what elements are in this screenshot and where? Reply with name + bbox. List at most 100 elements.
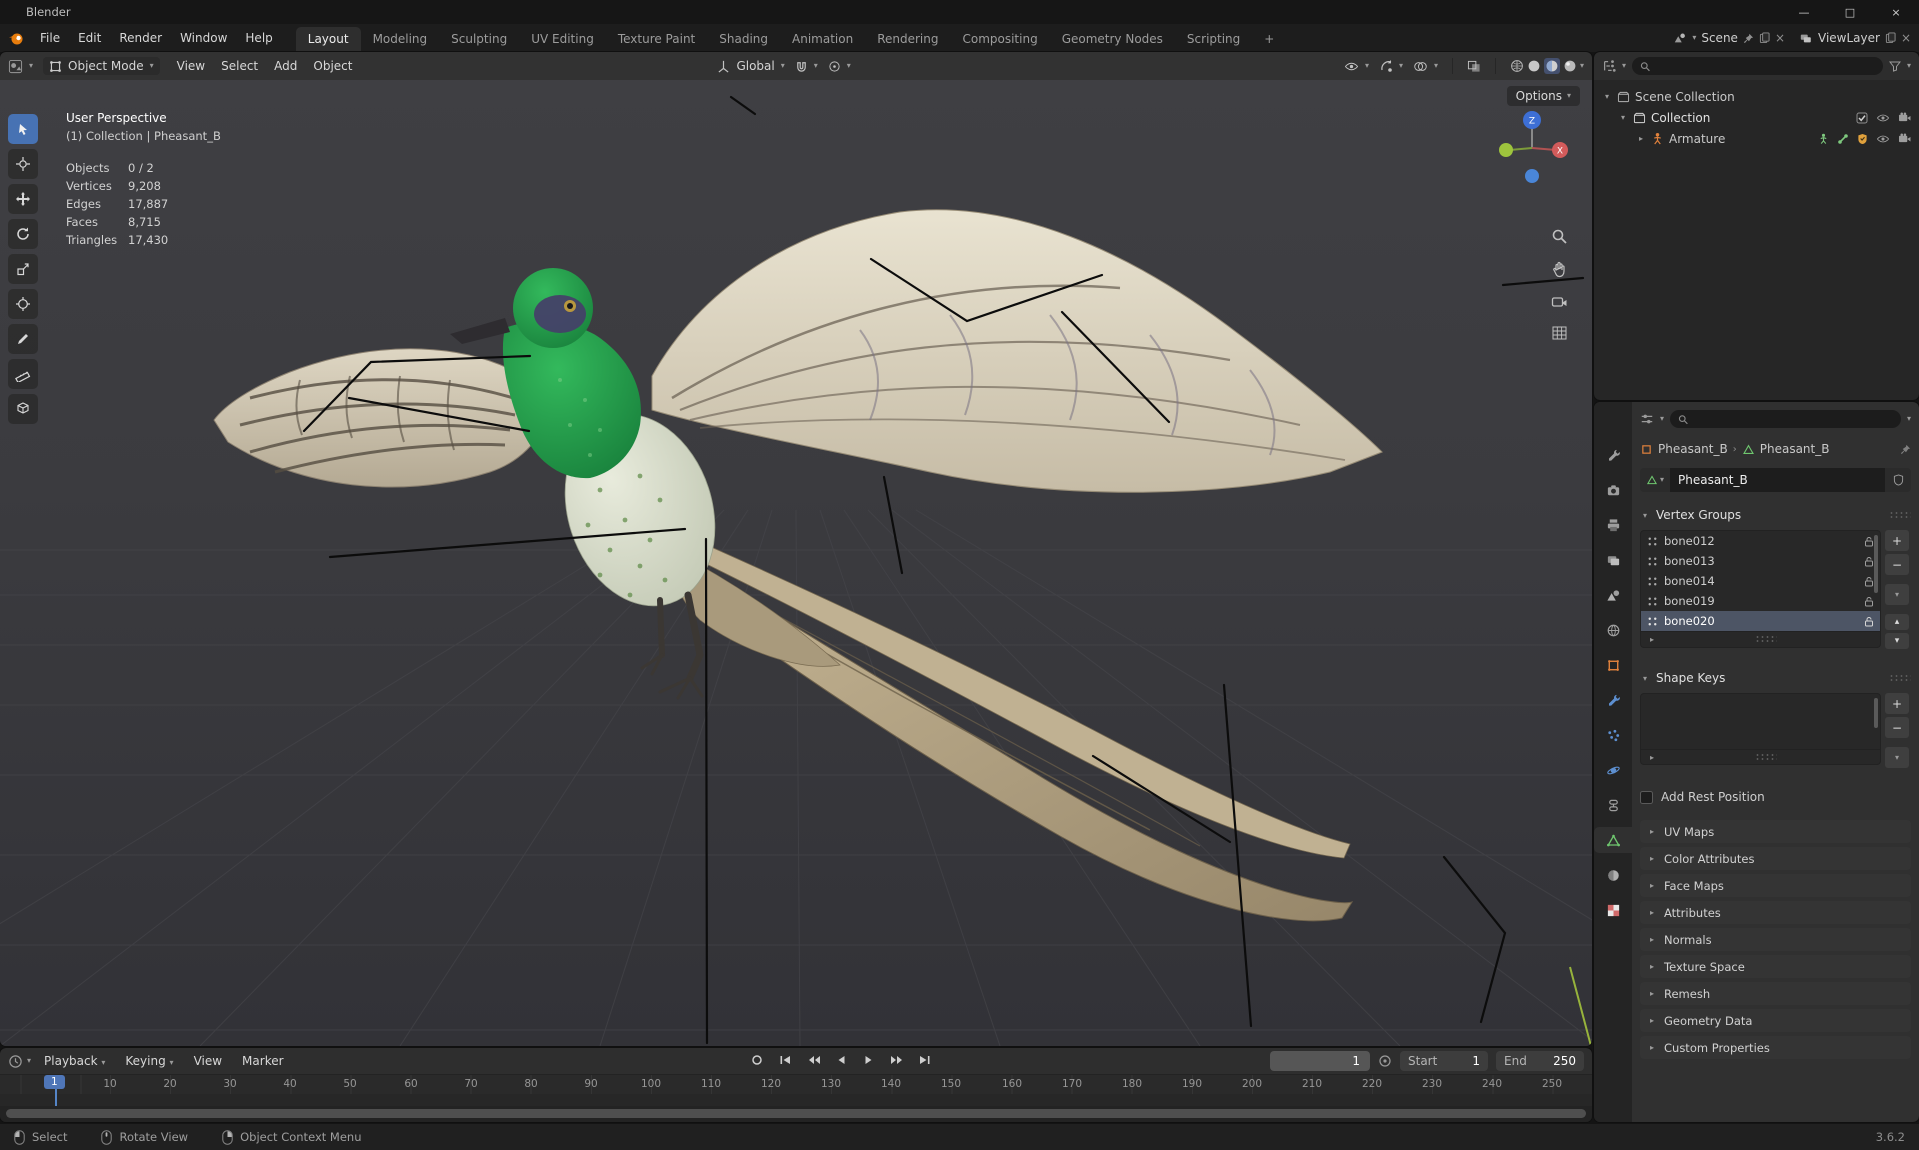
timeline-ruler[interactable]: 10 20 30 40 50 60 70 80 90 100 110 120 1…: [0, 1074, 1592, 1094]
mesh-name-field[interactable]: [1670, 468, 1885, 492]
vertex-groups-panel-header[interactable]: ▾ Vertex Groups: [1640, 504, 1911, 526]
tab-rendering[interactable]: Rendering: [865, 27, 950, 52]
add-workspace-button[interactable]: +: [1252, 27, 1286, 52]
shape-keys-list[interactable]: ▸: [1640, 693, 1881, 765]
menu-file[interactable]: File: [31, 28, 69, 48]
tab-layout[interactable]: Layout: [295, 27, 361, 52]
panel-attributes[interactable]: ▸ Attributes: [1640, 901, 1911, 924]
vertex-group-row[interactable]: bone019: [1641, 591, 1880, 611]
tab-scripting[interactable]: Scripting: [1175, 27, 1252, 52]
cursor-tool[interactable]: [8, 149, 38, 179]
tab-object[interactable]: [1594, 652, 1632, 678]
panel-texture-space[interactable]: ▸ Texture Space: [1640, 955, 1911, 978]
select-box-tool[interactable]: [8, 114, 38, 144]
scale-tool[interactable]: [8, 254, 38, 284]
shading-material-icon[interactable]: [1543, 58, 1560, 74]
disable-render-camera-icon[interactable]: [1898, 112, 1911, 123]
breadcrumb-data-name[interactable]: Pheasant_B: [1760, 442, 1830, 456]
outliner-editor-icon[interactable]: [1602, 59, 1616, 73]
jump-to-end-button[interactable]: [913, 1050, 937, 1070]
keying-menu[interactable]: Keying ▾: [116, 1051, 182, 1071]
panel-face-maps[interactable]: ▸ Face Maps: [1640, 874, 1911, 897]
close-button[interactable]: ×: [1873, 0, 1919, 24]
vertex-group-add-button[interactable]: +: [1885, 530, 1909, 551]
editor-type-button[interactable]: ▾: [8, 59, 33, 74]
panel-uv-maps[interactable]: ▸ UV Maps: [1640, 820, 1911, 843]
properties-search-input[interactable]: [1693, 413, 1893, 425]
tab-render[interactable]: [1594, 477, 1632, 503]
filter-icon[interactable]: [1888, 60, 1901, 72]
xray-toggle-icon[interactable]: [1467, 60, 1481, 73]
proportional-editing-button[interactable]: ▾: [828, 60, 851, 73]
timeline-editor-icon[interactable]: [8, 1054, 23, 1069]
annotate-tool[interactable]: [8, 324, 38, 354]
measure-tool[interactable]: [8, 359, 38, 389]
visibility-dropdown[interactable]: ▾: [1344, 60, 1369, 73]
timeline-view-menu[interactable]: View: [185, 1051, 231, 1071]
tab-material[interactable]: [1594, 862, 1632, 888]
move-tool[interactable]: [8, 184, 38, 214]
properties-options-caret[interactable]: ▾: [1907, 415, 1911, 423]
previous-keyframe-button[interactable]: [801, 1050, 825, 1070]
outliner-search[interactable]: [1632, 57, 1883, 75]
play-reverse-button[interactable]: [829, 1050, 853, 1070]
tab-modifiers[interactable]: [1594, 687, 1632, 713]
vertex-group-row[interactable]: bone014: [1641, 571, 1880, 591]
new-viewlayer-icon[interactable]: [1885, 32, 1896, 44]
shape-keys-panel-header[interactable]: ▾ Shape Keys: [1640, 667, 1911, 689]
keying-set-icon[interactable]: [1378, 1054, 1392, 1068]
minimize-button[interactable]: —: [1781, 0, 1827, 24]
rotate-tool[interactable]: [8, 219, 38, 249]
tab-animation[interactable]: Animation: [780, 27, 865, 52]
tab-sculpting[interactable]: Sculpting: [439, 27, 519, 52]
menu-render[interactable]: Render: [110, 28, 171, 48]
mode-dropdown[interactable]: Object Mode ▾: [43, 57, 160, 75]
panel-normals[interactable]: ▸ Normals: [1640, 928, 1911, 951]
vertex-group-row[interactable]: bone013: [1641, 551, 1880, 571]
pan-hand-icon[interactable]: [1551, 261, 1568, 278]
auto-keying-button[interactable]: [745, 1050, 769, 1070]
pin-icon[interactable]: [1743, 33, 1754, 44]
tab-uv-editing[interactable]: UV Editing: [519, 27, 606, 52]
tab-scene[interactable]: [1594, 582, 1632, 608]
lock-icon[interactable]: [1864, 596, 1874, 607]
options-dropdown[interactable]: Options ▾: [1506, 86, 1580, 106]
timeline-marker-menu[interactable]: Marker: [233, 1051, 292, 1071]
jump-to-start-button[interactable]: [773, 1050, 797, 1070]
shape-key-remove-button[interactable]: −: [1885, 717, 1909, 738]
outliner-search-input[interactable]: [1655, 60, 1875, 72]
tab-texture[interactable]: [1594, 897, 1632, 923]
breadcrumb-object-name[interactable]: Pheasant_B: [1658, 442, 1728, 456]
tab-view-layer[interactable]: [1594, 547, 1632, 573]
viewport-menu-add[interactable]: Add: [267, 56, 304, 76]
viewport-canvas[interactable]: User Perspective (1) Collection | Pheasa…: [0, 80, 1592, 1046]
viewport-menu-view[interactable]: View: [170, 56, 212, 76]
viewlayer-selector[interactable]: ViewLayer ×: [1799, 31, 1911, 45]
list-scrollbar[interactable]: [1874, 535, 1878, 593]
list-filter-disclosure[interactable]: ▸: [1647, 753, 1657, 762]
blender-logo-icon[interactable]: [8, 31, 25, 46]
hide-eye-icon[interactable]: [1876, 112, 1890, 124]
outliner-row-armature[interactable]: ▸ Armature: [1594, 128, 1919, 149]
shading-rendered-icon[interactable]: [1563, 59, 1577, 73]
disclosure-icon[interactable]: ▾: [1618, 113, 1628, 122]
timeline-track-area[interactable]: [0, 1094, 1592, 1106]
timeline-scroll-thumb[interactable]: [6, 1109, 1586, 1118]
browse-mesh-button[interactable]: ▾: [1640, 468, 1670, 492]
tab-shading[interactable]: Shading: [707, 27, 780, 52]
shading-wireframe-icon[interactable]: [1510, 59, 1524, 73]
vertex-group-move-down-button[interactable]: ▾: [1885, 633, 1909, 649]
lock-icon[interactable]: [1864, 616, 1874, 627]
list-resize-grip[interactable]: [1754, 635, 1777, 643]
maximize-button[interactable]: □: [1827, 0, 1873, 24]
shape-key-add-button[interactable]: +: [1885, 693, 1909, 714]
pin-id-icon[interactable]: [1900, 444, 1911, 455]
unlink-scene-icon[interactable]: ×: [1775, 31, 1785, 45]
tab-constraints[interactable]: [1594, 792, 1632, 818]
camera-view-icon[interactable]: [1551, 294, 1568, 309]
tab-compositing[interactable]: Compositing: [950, 27, 1049, 52]
frame-start-field[interactable]: Start 1: [1400, 1051, 1488, 1071]
lock-icon[interactable]: [1864, 576, 1874, 587]
panel-custom-properties[interactable]: ▸ Custom Properties: [1640, 1036, 1911, 1059]
tab-tool[interactable]: [1594, 442, 1632, 468]
